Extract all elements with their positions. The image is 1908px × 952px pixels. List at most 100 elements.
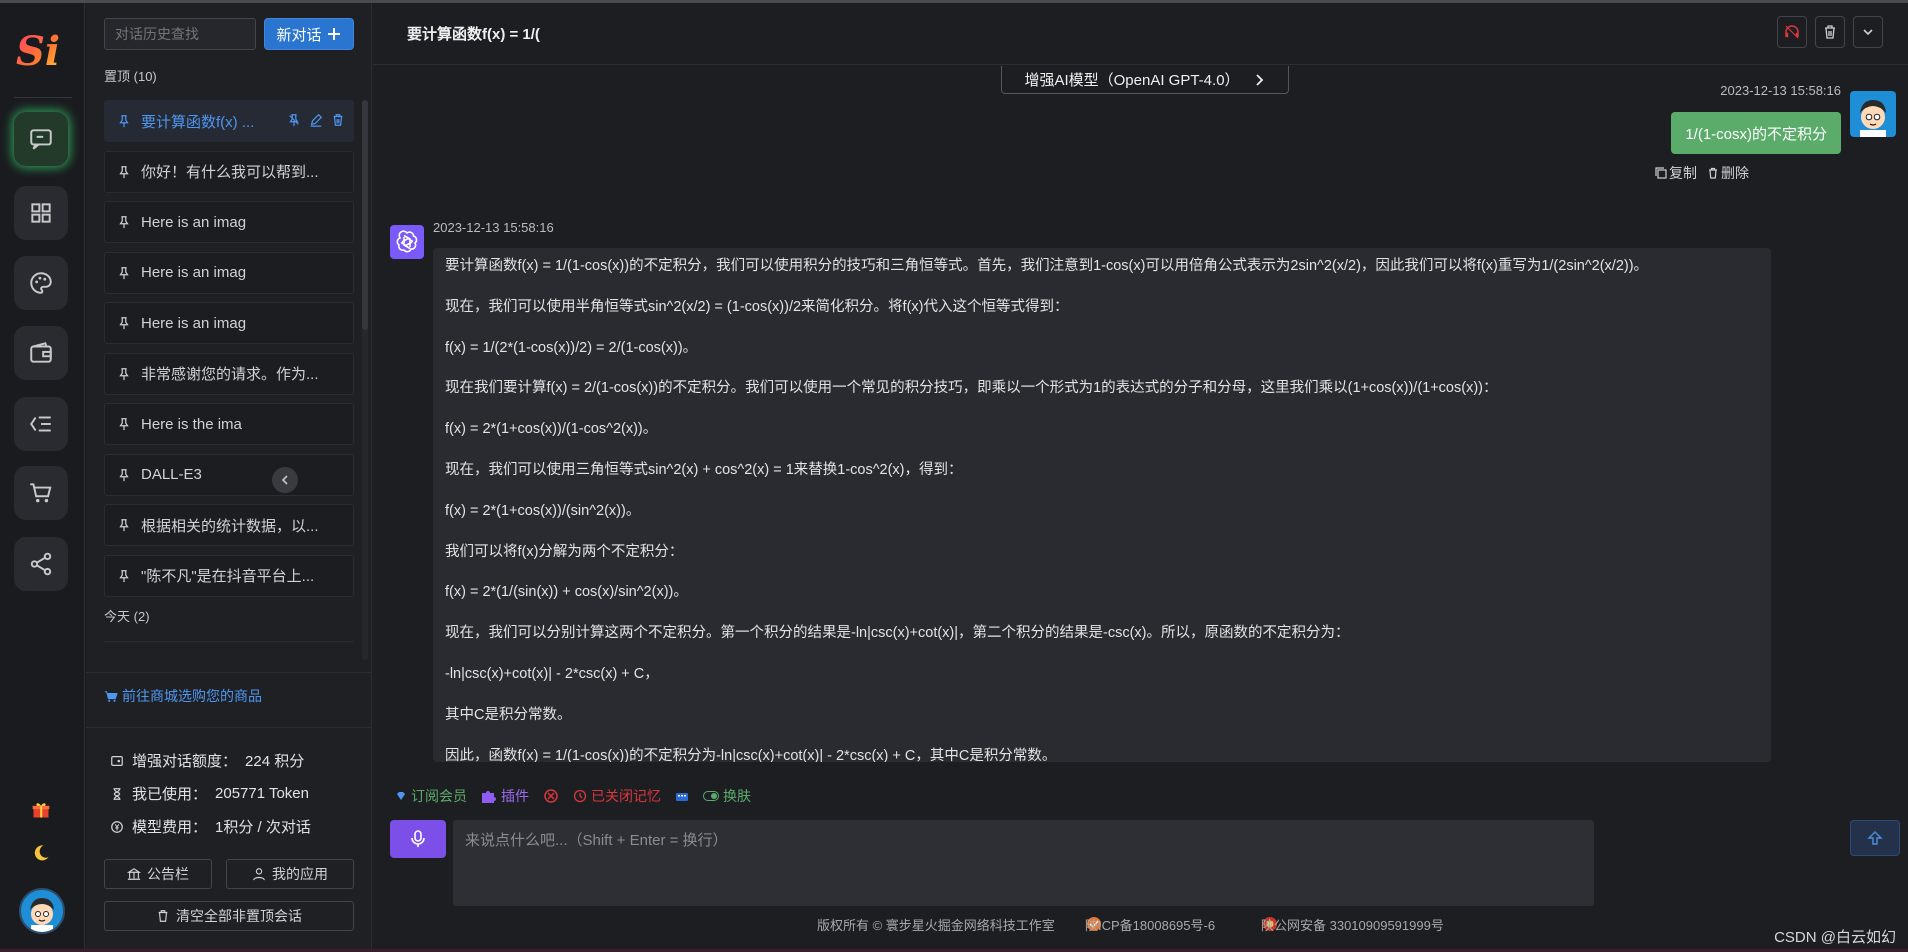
moon-icon[interactable] bbox=[28, 840, 54, 866]
palette-icon bbox=[30, 272, 52, 294]
conversation-item[interactable]: Here is an imag bbox=[104, 201, 354, 243]
conversation-item-label: Here is an imag bbox=[141, 314, 247, 332]
model-selector[interactable]: 增强AI模型（OpenAI GPT-4.0） bbox=[1001, 66, 1289, 94]
app-rail: Si bbox=[0, 3, 85, 949]
edit-icon[interactable] bbox=[309, 113, 323, 127]
pin-icon bbox=[119, 468, 129, 481]
sidebar-divider bbox=[86, 727, 372, 728]
rail-divider bbox=[14, 97, 72, 98]
rail-share-button[interactable] bbox=[14, 537, 68, 591]
subscribe-button[interactable]: 订阅会员 bbox=[395, 786, 467, 806]
user-icon bbox=[253, 868, 265, 881]
conversation-item-label: Here is an imag bbox=[141, 213, 247, 231]
chat-main: 要计算函数f(x) = 1/( 增强AI模型（OpenAI GPT-4.0） 2… bbox=[373, 3, 1908, 949]
stat-label: 模型费用： bbox=[132, 819, 208, 836]
page-footer: 版权所有 © 寰步星火掘金网络科技工作室 陕ICP备18008695号-6 陕公… bbox=[373, 915, 1908, 937]
conversation-item[interactable]: Here is an imag bbox=[104, 302, 354, 344]
gift-icon[interactable] bbox=[28, 797, 54, 823]
more-menu-button[interactable] bbox=[1853, 16, 1883, 48]
conversation-item-label: "陈不凡"是在抖音平台上... bbox=[141, 568, 315, 585]
police-link[interactable]: 陕公网安备 33010909591999号 bbox=[1261, 915, 1444, 933]
pin-icon bbox=[119, 519, 129, 532]
message-paragraph: f(x) = 2*(1+cos(x))/(1-cos^2(x))。 bbox=[445, 421, 658, 438]
copy-button[interactable]: 复制 bbox=[1655, 163, 1697, 183]
avatar[interactable] bbox=[19, 888, 65, 934]
pin-icon bbox=[119, 165, 129, 178]
today-group-label: 今天 (2) bbox=[104, 609, 150, 624]
openai-toggle[interactable] bbox=[543, 788, 559, 804]
share-icon bbox=[30, 552, 52, 576]
sidebar-scroll-thumb[interactable] bbox=[362, 100, 368, 330]
conversation-item[interactable]: Here is the ima bbox=[104, 403, 354, 445]
pin-icon bbox=[119, 266, 129, 279]
unpin-icon[interactable] bbox=[287, 113, 301, 127]
message-paragraph: f(x) = 1/(2*(1-cos(x))/2) = 2/(1-cos(x))… bbox=[445, 339, 698, 356]
conversation-item[interactable]: 你好！有什么我可以帮到... bbox=[104, 150, 354, 193]
conversation-item[interactable]: Here is an imag bbox=[104, 251, 354, 294]
stat-value: 205771 Token bbox=[215, 785, 309, 802]
plugins-button[interactable]: 插件 bbox=[481, 786, 529, 806]
diamond-icon bbox=[397, 792, 405, 800]
pin-icon bbox=[119, 216, 129, 229]
my-apps-button[interactable]: 我的应用 bbox=[226, 859, 354, 889]
trash-icon bbox=[158, 910, 168, 922]
trash-icon bbox=[1709, 167, 1717, 179]
conversation-item-label: Here is the ima bbox=[141, 415, 242, 433]
user-message-bubble: 1/(1-cosx)的不定积分 bbox=[1671, 112, 1841, 154]
trash-icon[interactable] bbox=[331, 113, 345, 127]
plus-icon bbox=[327, 28, 340, 40]
delete-chat-button[interactable] bbox=[1815, 16, 1845, 48]
today-list-partial bbox=[104, 641, 354, 661]
conversation-item[interactable]: "陈不凡"是在抖音平台上... bbox=[104, 554, 354, 597]
headset-off-icon bbox=[1785, 25, 1799, 39]
rail-chat-button[interactable] bbox=[14, 112, 68, 166]
message-paragraph: 现在，我们可以使用三角恒等式sin^2(x) + cos^2(x) = 1来替换… bbox=[445, 461, 963, 478]
pin-icon bbox=[119, 115, 129, 128]
apps-icon bbox=[31, 203, 51, 223]
svg-text:Si: Si bbox=[16, 28, 60, 75]
conversation-item[interactable]: 根据相关的统计数据，以... bbox=[104, 504, 354, 546]
clear-button-label: 清空全部非置顶会话 bbox=[176, 908, 302, 924]
shop-link[interactable]: 前往商城选购您的商品 bbox=[104, 686, 262, 706]
message-paragraph: 现在我们要计算f(x) = 2/(1-cos(x))的不定积分。我们可以使用一个… bbox=[445, 380, 1498, 397]
conversation-item[interactable]: 非常感谢您的请求。作为... bbox=[104, 352, 354, 395]
new-chat-button[interactable]: 新对话 bbox=[264, 18, 354, 50]
new-chat-label: 新对话 bbox=[276, 26, 322, 44]
icp-link[interactable]: 陕ICP备18008695号-6 bbox=[1085, 915, 1215, 933]
chat-icon bbox=[30, 129, 52, 150]
app-logo[interactable]: Si bbox=[14, 23, 70, 79]
mic-icon bbox=[411, 830, 425, 847]
rail-outline-button[interactable] bbox=[14, 397, 68, 451]
conversation-sidebar: 新对话 置顶 (10) 要计算函数f(x) ... 你好！有什么我可以帮到...… bbox=[86, 3, 372, 949]
voice-input-button[interactable] bbox=[390, 820, 446, 858]
history-search-input[interactable] bbox=[104, 18, 256, 50]
send-button[interactable] bbox=[1850, 820, 1900, 856]
rail-apps-button[interactable] bbox=[14, 186, 68, 240]
clear-unpinned-button[interactable]: 清空全部非置顶会话 bbox=[104, 901, 354, 931]
conversation-list: 要计算函数f(x) ... 你好！有什么我可以帮到... Here is an … bbox=[104, 100, 354, 605]
stat-label: 我已使用： bbox=[132, 786, 208, 803]
keyboard-toggle[interactable] bbox=[675, 790, 689, 802]
memory-toggle[interactable]: 已关闭记忆 bbox=[573, 786, 661, 806]
conversation-item[interactable]: 要计算函数f(x) ... bbox=[104, 100, 354, 142]
notice-button[interactable]: 公告栏 bbox=[104, 859, 212, 889]
collapse-sidebar-button[interactable] bbox=[272, 467, 298, 493]
message-input[interactable]: 来说点什么吧...（Shift + Enter = 换行） bbox=[453, 820, 1594, 906]
composer-toolbar: 订阅会员 插件 已关闭记忆 换肤 bbox=[395, 785, 751, 807]
conversation-item[interactable]: DALL-E3 bbox=[104, 453, 354, 496]
pin-icon bbox=[119, 367, 129, 380]
copyright-text: 版权所有 © 寰步星火掘金网络科技工作室 bbox=[817, 918, 1055, 933]
openai-off-icon bbox=[544, 789, 558, 803]
conversation-item-label: Here is an imag bbox=[141, 264, 247, 281]
headset-button[interactable] bbox=[1777, 16, 1807, 48]
rail-palette-button[interactable] bbox=[14, 256, 68, 310]
skin-toggle[interactable]: 换肤 bbox=[703, 786, 751, 806]
keyboard-icon bbox=[676, 793, 688, 801]
watermark: CSDN @白云如幻 bbox=[1774, 929, 1896, 946]
conversation-item-label: 根据相关的统计数据，以... bbox=[141, 517, 319, 535]
fee-icon bbox=[111, 820, 123, 833]
rail-wallet-button[interactable] bbox=[14, 326, 68, 380]
delete-message-button[interactable]: 删除 bbox=[1707, 163, 1749, 183]
rail-shop-button[interactable] bbox=[14, 466, 68, 520]
cart-icon bbox=[30, 483, 52, 503]
